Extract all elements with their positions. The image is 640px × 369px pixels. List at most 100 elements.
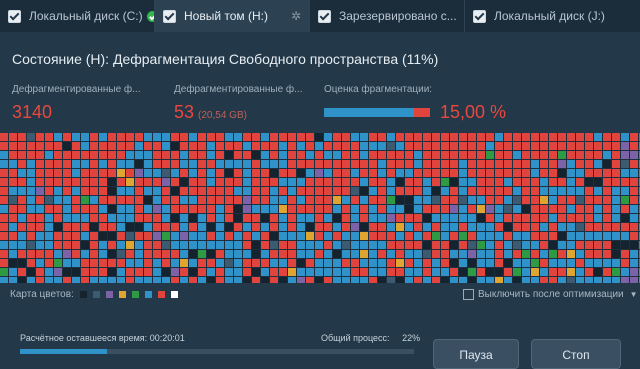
cluster-cell <box>135 178 143 186</box>
cluster-cell <box>315 223 323 231</box>
cluster-cell <box>405 142 413 150</box>
cluster-cell <box>522 142 530 150</box>
cluster-cell <box>477 241 485 249</box>
cluster-cell <box>126 232 134 240</box>
cluster-cell <box>81 214 89 222</box>
cluster-cell <box>18 205 26 213</box>
cluster-cell <box>279 241 287 249</box>
tab-reserved[interactable]: Зарезервировано с... <box>310 0 465 32</box>
cluster-cell <box>423 196 431 204</box>
cluster-cell <box>306 169 314 177</box>
cluster-cell <box>486 268 494 276</box>
cluster-cell <box>324 277 332 283</box>
cluster-cell <box>468 268 476 276</box>
tab-drive-h[interactable]: Новый том (H:) ✲ <box>155 0 310 32</box>
cluster-cell <box>252 268 260 276</box>
cluster-cell <box>495 214 503 222</box>
cluster-cell <box>621 187 629 195</box>
cluster-cell <box>432 250 440 258</box>
remaining-time-label: Расчётное оставшееся время: <box>20 333 148 343</box>
cluster-cell <box>567 250 575 258</box>
cluster-cell <box>9 196 17 204</box>
cluster-cell <box>333 142 341 150</box>
cluster-cell <box>459 178 467 186</box>
cluster-cell <box>144 178 152 186</box>
cluster-cell <box>513 133 521 141</box>
shutdown-checkbox[interactable] <box>463 289 474 300</box>
gear-icon[interactable]: ✲ <box>291 9 301 23</box>
cluster-cell <box>144 223 152 231</box>
cluster-cell <box>414 277 422 283</box>
cluster-cell <box>450 196 458 204</box>
checkbox-icon[interactable] <box>318 9 331 23</box>
cluster-cell <box>459 133 467 141</box>
shutdown-after-optimization[interactable]: Выключить после оптимизации ▼ <box>463 289 638 300</box>
cluster-cell <box>180 178 188 186</box>
cluster-cell <box>189 268 197 276</box>
cluster-cell <box>351 277 359 283</box>
cluster-cell <box>9 205 17 213</box>
cluster-cell <box>54 277 62 283</box>
cluster-cell <box>126 277 134 283</box>
cluster-cell <box>405 277 413 283</box>
pause-button[interactable]: Пауза <box>433 339 519 369</box>
cluster-cell <box>630 133 638 141</box>
tab-drive-j[interactable]: Локальный диск (J:) <box>465 0 640 32</box>
cluster-cell <box>441 169 449 177</box>
cluster-cell <box>603 169 611 177</box>
tab-drive-c[interactable]: Локальный диск (C:) <box>0 0 155 32</box>
cluster-cell <box>135 187 143 195</box>
cluster-cell <box>189 277 197 283</box>
cluster-cell <box>450 259 458 267</box>
chevron-down-icon[interactable]: ▼ <box>630 290 638 299</box>
cluster-cell <box>612 277 620 283</box>
cluster-cell <box>585 223 593 231</box>
legend-swatch <box>79 291 87 298</box>
cluster-cell <box>414 268 422 276</box>
cluster-cell <box>279 187 287 195</box>
cluster-cell <box>486 169 494 177</box>
cluster-cell <box>288 268 296 276</box>
cluster-cell <box>72 142 80 150</box>
cluster-cell <box>0 151 8 159</box>
cluster-cell <box>549 205 557 213</box>
stop-button[interactable]: Стоп <box>531 339 621 369</box>
cluster-cell <box>387 133 395 141</box>
checkbox-icon[interactable] <box>8 9 21 23</box>
cluster-cell <box>306 214 314 222</box>
cluster-cell <box>117 268 125 276</box>
cluster-cell <box>567 277 575 283</box>
checkbox-icon[interactable] <box>163 9 176 23</box>
cluster-cell <box>234 232 242 240</box>
cluster-cell <box>45 160 53 168</box>
cluster-cell <box>81 250 89 258</box>
cluster-cell <box>162 205 170 213</box>
cluster-cell <box>108 142 116 150</box>
cluster-cell <box>72 151 80 159</box>
cluster-cell <box>162 133 170 141</box>
cluster-cell <box>90 196 98 204</box>
cluster-cell <box>261 241 269 249</box>
cluster-cell <box>378 151 386 159</box>
cluster-cell <box>612 178 620 186</box>
cluster-cell <box>621 250 629 258</box>
cluster-cell <box>522 250 530 258</box>
tab-label: Локальный диск (C:) <box>29 9 143 23</box>
cluster-cell <box>324 241 332 249</box>
cluster-cell <box>216 178 224 186</box>
cluster-cell <box>126 169 134 177</box>
cluster-cell <box>414 169 422 177</box>
cluster-cell <box>459 241 467 249</box>
cluster-cell <box>567 205 575 213</box>
cluster-cell <box>594 259 602 267</box>
cluster-cell <box>549 160 557 168</box>
cluster-cell <box>270 133 278 141</box>
cluster-cell <box>324 232 332 240</box>
cluster-cell <box>342 160 350 168</box>
checkbox-icon[interactable] <box>473 9 486 23</box>
cluster-cell <box>261 187 269 195</box>
cluster-cell <box>378 160 386 168</box>
cluster-cell <box>135 268 143 276</box>
cluster-cell <box>315 169 323 177</box>
cluster-cell <box>171 232 179 240</box>
